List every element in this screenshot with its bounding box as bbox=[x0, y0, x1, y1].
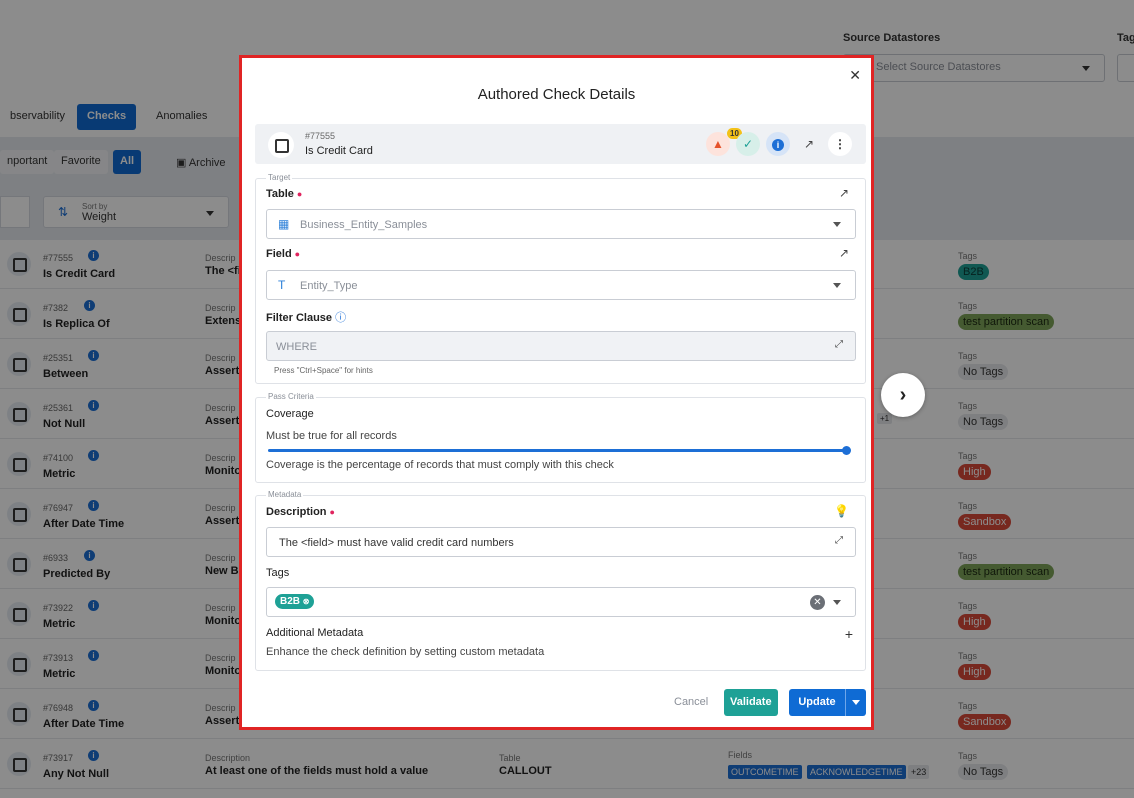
open-table-icon[interactable]: ↗ bbox=[839, 186, 849, 200]
filter-clause-label: Filter Clause ⓘ bbox=[266, 312, 347, 324]
coverage-label: Coverage bbox=[266, 408, 314, 420]
chevron-down-icon bbox=[833, 222, 841, 227]
metadata-label: Metadata bbox=[266, 490, 304, 499]
next-check-button[interactable]: › bbox=[881, 373, 925, 417]
pass-criteria-label: Pass Criteria bbox=[266, 392, 316, 401]
add-metadata-icon[interactable]: + bbox=[845, 626, 853, 642]
close-icon[interactable]: ✕ bbox=[849, 67, 861, 84]
check-details-modal: ✕ Authored Check Details #77555 Is Credi… bbox=[239, 55, 874, 730]
table-value: Business_Entity_Samples bbox=[300, 219, 428, 231]
check-type-icon bbox=[268, 132, 294, 158]
pass-criteria-section: Pass Criteria Coverage Must be true for … bbox=[255, 392, 866, 483]
additional-metadata-label: Additional Metadata bbox=[266, 627, 364, 639]
metadata-section: Metadata Description ● 💡 The <field> must… bbox=[255, 490, 866, 671]
target-section: Target Table ● ↗ ▦ Business_Entity_Sample… bbox=[255, 173, 866, 384]
validate-button[interactable]: Validate bbox=[724, 689, 778, 716]
coverage-text: Must be true for all records bbox=[266, 430, 397, 442]
description-value: The <field> must have valid credit card … bbox=[279, 537, 514, 549]
text-type-icon: T bbox=[278, 278, 286, 292]
target-section-label: Target bbox=[266, 173, 293, 182]
coverage-slider-handle[interactable] bbox=[842, 446, 851, 455]
expand-icon[interactable]: ⤢ bbox=[835, 339, 843, 350]
coverage-slider[interactable] bbox=[268, 449, 848, 452]
update-options-button[interactable] bbox=[845, 689, 866, 716]
clipboard-check-icon[interactable]: ✓ bbox=[736, 132, 760, 156]
filter-clause-placeholder: WHERE bbox=[276, 341, 317, 353]
check-header: #77555 Is Credit Card ▲ 10 ✓ i ↗ ⋮ bbox=[255, 124, 866, 164]
chevron-down-icon bbox=[833, 600, 841, 605]
open-external-icon[interactable]: ↗ bbox=[797, 132, 821, 156]
check-name: Is Credit Card bbox=[305, 145, 373, 157]
update-button[interactable]: Update bbox=[789, 689, 845, 716]
tag-chip-b2b[interactable]: B2B ⊗ bbox=[275, 594, 314, 609]
open-field-icon[interactable]: ↗ bbox=[839, 246, 849, 260]
more-options-icon[interactable]: ⋮ bbox=[828, 132, 852, 156]
description-input[interactable]: The <field> must have valid credit card … bbox=[266, 527, 856, 557]
field-label: Field ● bbox=[266, 248, 301, 260]
table-icon: ▦ bbox=[278, 217, 290, 231]
field-value: Entity_Type bbox=[300, 280, 358, 292]
clear-icon[interactable]: ✕ bbox=[810, 595, 825, 610]
tags-label: Tags bbox=[266, 567, 290, 579]
expand-icon[interactable]: ⤢ bbox=[835, 535, 843, 546]
remove-tag-icon: ⊗ bbox=[302, 597, 310, 606]
tags-input[interactable]: B2B ⊗ ✕ bbox=[266, 587, 856, 617]
additional-metadata-help: Enhance the check definition by setting … bbox=[266, 646, 545, 658]
table-label: Table ● bbox=[266, 188, 303, 200]
table-select[interactable]: ▦ Business_Entity_Samples bbox=[266, 209, 856, 239]
info-icon: ⓘ bbox=[335, 312, 347, 324]
filter-clause-input[interactable]: WHERE ⤢ bbox=[266, 331, 856, 361]
alert-icon[interactable]: ▲ bbox=[706, 132, 730, 156]
cancel-button[interactable]: Cancel bbox=[668, 689, 714, 716]
lightbulb-icon[interactable]: 💡 bbox=[834, 504, 849, 518]
description-label: Description ● bbox=[266, 506, 335, 518]
coverage-help: Coverage is the percentage of records th… bbox=[266, 459, 614, 471]
chevron-down-icon bbox=[833, 283, 841, 288]
field-select[interactable]: T Entity_Type bbox=[266, 270, 856, 300]
info-icon[interactable]: i bbox=[766, 132, 790, 156]
modal-title: Authored Check Details bbox=[477, 86, 636, 103]
check-id: #77555 bbox=[305, 131, 336, 141]
filter-hint: Press "Ctrl+Space" for hints bbox=[274, 366, 373, 375]
